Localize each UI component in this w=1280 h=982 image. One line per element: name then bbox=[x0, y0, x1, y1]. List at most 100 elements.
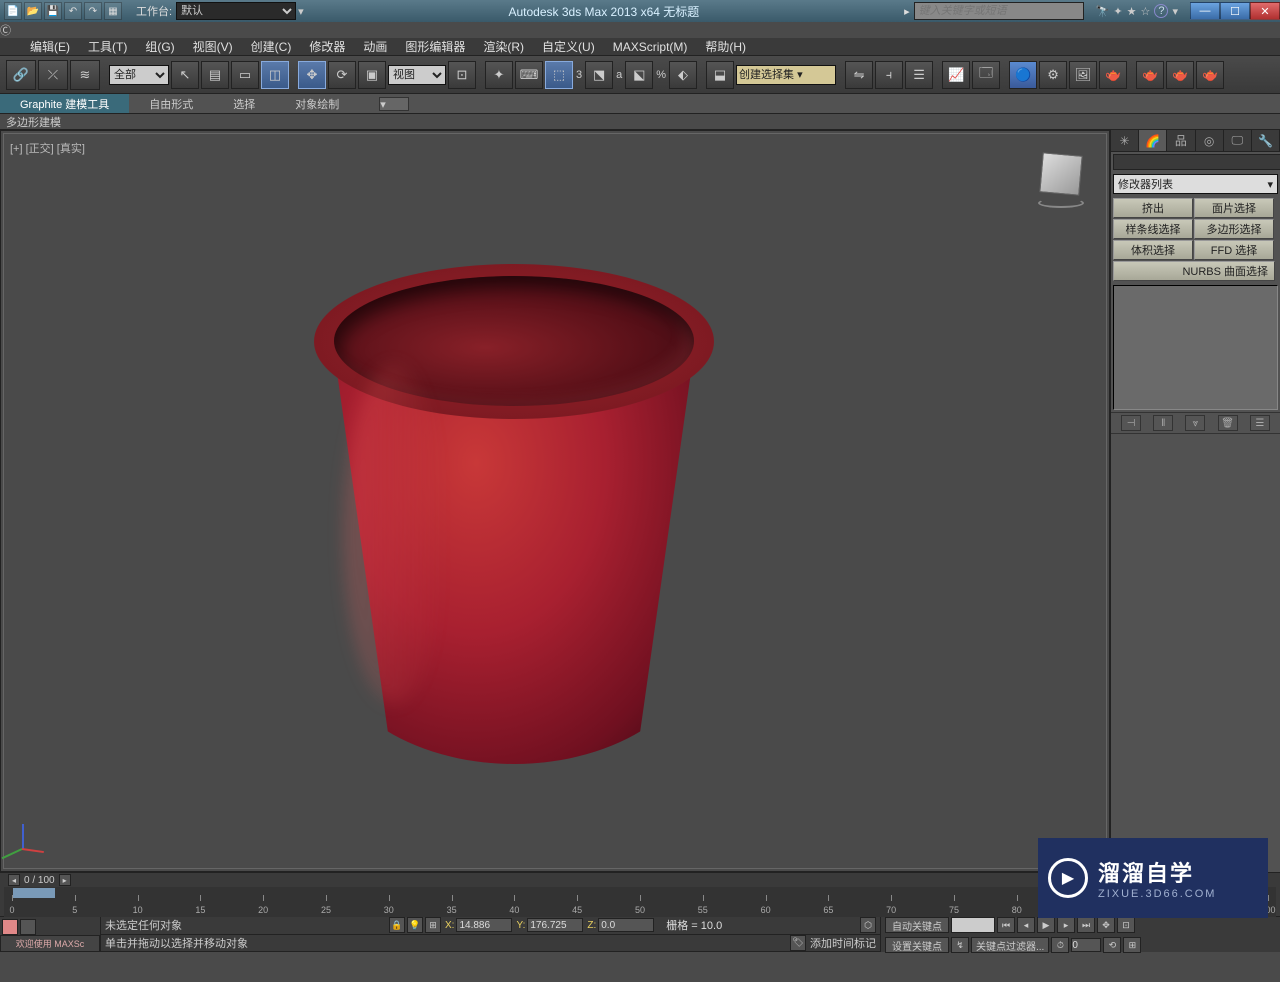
maximize-button[interactable]: ☐ bbox=[1220, 2, 1250, 20]
workspace-dropdown[interactable]: 默认 bbox=[176, 2, 296, 20]
nav1-icon[interactable]: ✥ bbox=[1097, 917, 1115, 933]
keyboard-icon[interactable]: ⌨ bbox=[515, 61, 543, 89]
cup-object[interactable] bbox=[314, 264, 714, 764]
configure-icon[interactable]: ☰ bbox=[1250, 415, 1270, 431]
object-name-input[interactable] bbox=[1113, 154, 1280, 170]
next-frame-icon[interactable]: ▸ bbox=[1057, 917, 1075, 933]
menu-help[interactable]: 帮助(H) bbox=[705, 38, 746, 55]
key-set-dropdown[interactable]: 选定对 bbox=[951, 917, 995, 933]
menu-tools[interactable]: 工具(T) bbox=[88, 38, 127, 55]
link-icon[interactable]: 🔗 bbox=[6, 60, 36, 90]
viewcube-cube-icon[interactable] bbox=[1039, 152, 1082, 195]
key-mode-icon[interactable]: ↯ bbox=[951, 937, 969, 953]
viewcube-ring-icon[interactable] bbox=[1038, 198, 1084, 208]
ribbon-tab-graphite[interactable]: Graphite 建模工具 bbox=[0, 94, 129, 113]
goto-end-icon[interactable]: ⏭ bbox=[1077, 917, 1095, 933]
ribbon-tab-freeform[interactable]: 自由形式 bbox=[129, 94, 213, 113]
auto-key-button[interactable]: 自动关键点 bbox=[885, 917, 949, 933]
mod-poly-button[interactable]: 多边形选择 bbox=[1194, 219, 1274, 239]
viewport-label[interactable]: [+] [正交] [真实] bbox=[10, 140, 85, 156]
tab-create-icon[interactable]: ✳ bbox=[1111, 130, 1139, 151]
edit-named-icon[interactable]: ⬓ bbox=[706, 61, 734, 89]
teapot2-icon[interactable]: 🫖 bbox=[1166, 61, 1194, 89]
goto-start-icon[interactable]: ⏮ bbox=[997, 917, 1015, 933]
material-editor-icon[interactable]: 🔵 bbox=[1009, 61, 1037, 89]
lock-icon[interactable]: 🔒 bbox=[389, 917, 405, 933]
pivot-icon[interactable]: ⊡ bbox=[448, 61, 476, 89]
time-key-icon[interactable]: ⬡ bbox=[860, 917, 876, 933]
coord-x-input[interactable] bbox=[456, 918, 512, 932]
frame-prev-icon[interactable]: ◂ bbox=[8, 874, 20, 886]
dropdown-icon[interactable]: ▾ bbox=[1172, 5, 1178, 18]
render-icon[interactable]: 🫖 bbox=[1099, 61, 1127, 89]
mod-volume-button[interactable]: 体积选择 bbox=[1113, 240, 1193, 260]
pin-stack-icon[interactable]: ⊣ bbox=[1121, 415, 1141, 431]
render-frame-icon[interactable]: 🖼 bbox=[1069, 61, 1097, 89]
schematic-icon[interactable]: 🗔 bbox=[972, 61, 1000, 89]
script-rec-icon[interactable] bbox=[2, 919, 18, 935]
rotate-icon[interactable]: ⟳ bbox=[328, 61, 356, 89]
help-icon[interactable]: ? bbox=[1154, 4, 1168, 18]
snap-angle-icon[interactable]: ⬔ bbox=[585, 61, 613, 89]
script-open-icon[interactable] bbox=[20, 919, 36, 935]
save-icon[interactable]: 💾 bbox=[44, 2, 62, 20]
menu-customize[interactable]: 自定义(U) bbox=[542, 38, 595, 55]
menu-group[interactable]: 组(G) bbox=[145, 38, 174, 55]
tab-utilities-icon[interactable]: 🔧 bbox=[1252, 130, 1280, 151]
spinner-snap-icon[interactable]: ⬖ bbox=[669, 61, 697, 89]
binoculars-icon[interactable]: 🔭 bbox=[1096, 5, 1110, 18]
named-selection-set[interactable]: 创建选择集 ▾ bbox=[736, 65, 836, 85]
redo-icon[interactable]: ↷ bbox=[84, 2, 102, 20]
graph-editor-icon[interactable]: 📈 bbox=[942, 61, 970, 89]
remove-mod-icon[interactable]: 🗑 bbox=[1218, 415, 1238, 431]
community-icon[interactable]: ✦ bbox=[1113, 5, 1122, 18]
make-unique-icon[interactable]: ⩔ bbox=[1185, 415, 1205, 431]
search-input[interactable] bbox=[914, 2, 1084, 20]
align-icon[interactable]: ⫞ bbox=[875, 61, 903, 89]
ribbon-tab-select[interactable]: 选择 bbox=[213, 94, 275, 113]
add-time-marker[interactable]: 添加时间标记 bbox=[810, 935, 876, 951]
selection-filter[interactable]: 全部 bbox=[109, 65, 169, 85]
mod-nurbs-button[interactable]: NURBS 曲面选择 bbox=[1113, 261, 1275, 281]
nav2-icon[interactable]: ⊡ bbox=[1117, 917, 1135, 933]
layers-icon[interactable]: ☰ bbox=[905, 61, 933, 89]
time-slider[interactable] bbox=[12, 887, 56, 899]
unlink-icon[interactable]: ⤫ bbox=[38, 60, 68, 90]
mod-ffd-button[interactable]: FFD 选择 bbox=[1194, 240, 1274, 260]
iso-icon[interactable]: 💡 bbox=[407, 917, 423, 933]
abs-icon[interactable]: ⊞ bbox=[425, 917, 441, 933]
menu-create[interactable]: 创建(C) bbox=[251, 38, 292, 55]
set-key-button[interactable]: 设置关键点 bbox=[885, 937, 949, 953]
tab-modify-icon[interactable]: 🌈 bbox=[1139, 130, 1167, 151]
scale-icon[interactable]: ▣ bbox=[358, 61, 386, 89]
ribbon-expand-icon[interactable]: ▾ bbox=[379, 97, 409, 111]
coord-y-input[interactable] bbox=[527, 918, 583, 932]
mod-patch-button[interactable]: 面片选择 bbox=[1194, 198, 1274, 218]
menu-graph[interactable]: 图形编辑器 bbox=[405, 38, 465, 55]
render-setup-icon[interactable]: ⚙ bbox=[1039, 61, 1067, 89]
snap-percent-icon[interactable]: ⬕ bbox=[625, 61, 653, 89]
undo-icon[interactable]: ↶ bbox=[64, 2, 82, 20]
ribbon-tab-paint[interactable]: 对象绘制 bbox=[275, 94, 359, 113]
window-crossing-icon[interactable]: ◫ bbox=[261, 61, 289, 89]
mod-spline-button[interactable]: 样条线选择 bbox=[1113, 219, 1193, 239]
star-icon[interactable]: ★ bbox=[1127, 5, 1137, 18]
menu-maxscript[interactable]: MAXScript(M) bbox=[613, 40, 688, 54]
show-end-icon[interactable]: ‖ bbox=[1153, 415, 1173, 431]
minimize-button[interactable]: — bbox=[1190, 2, 1220, 20]
tab-hierarchy-icon[interactable]: 品 bbox=[1167, 130, 1195, 151]
teapot1-icon[interactable]: 🫖 bbox=[1136, 61, 1164, 89]
new-icon[interactable]: 📄 bbox=[4, 2, 22, 20]
app-menu-icon[interactable]: Ⓒ bbox=[0, 22, 1280, 38]
ref-coord-dropdown[interactable]: 视图 bbox=[388, 65, 446, 85]
mirror-icon[interactable]: ⇋ bbox=[845, 61, 873, 89]
menu-edit[interactable]: 编辑(E) bbox=[30, 38, 70, 55]
manipulate-icon[interactable]: ✦ bbox=[485, 61, 513, 89]
frame-next-icon[interactable]: ▸ bbox=[59, 874, 71, 886]
menu-modifiers[interactable]: 修改器 bbox=[309, 38, 345, 55]
tab-motion-icon[interactable]: ◎ bbox=[1196, 130, 1224, 151]
menu-animation[interactable]: 动画 bbox=[363, 38, 387, 55]
teapot3-icon[interactable]: 🫖 bbox=[1196, 61, 1224, 89]
play-icon[interactable]: ▶ bbox=[1037, 917, 1055, 933]
select-name-icon[interactable]: ▤ bbox=[201, 61, 229, 89]
